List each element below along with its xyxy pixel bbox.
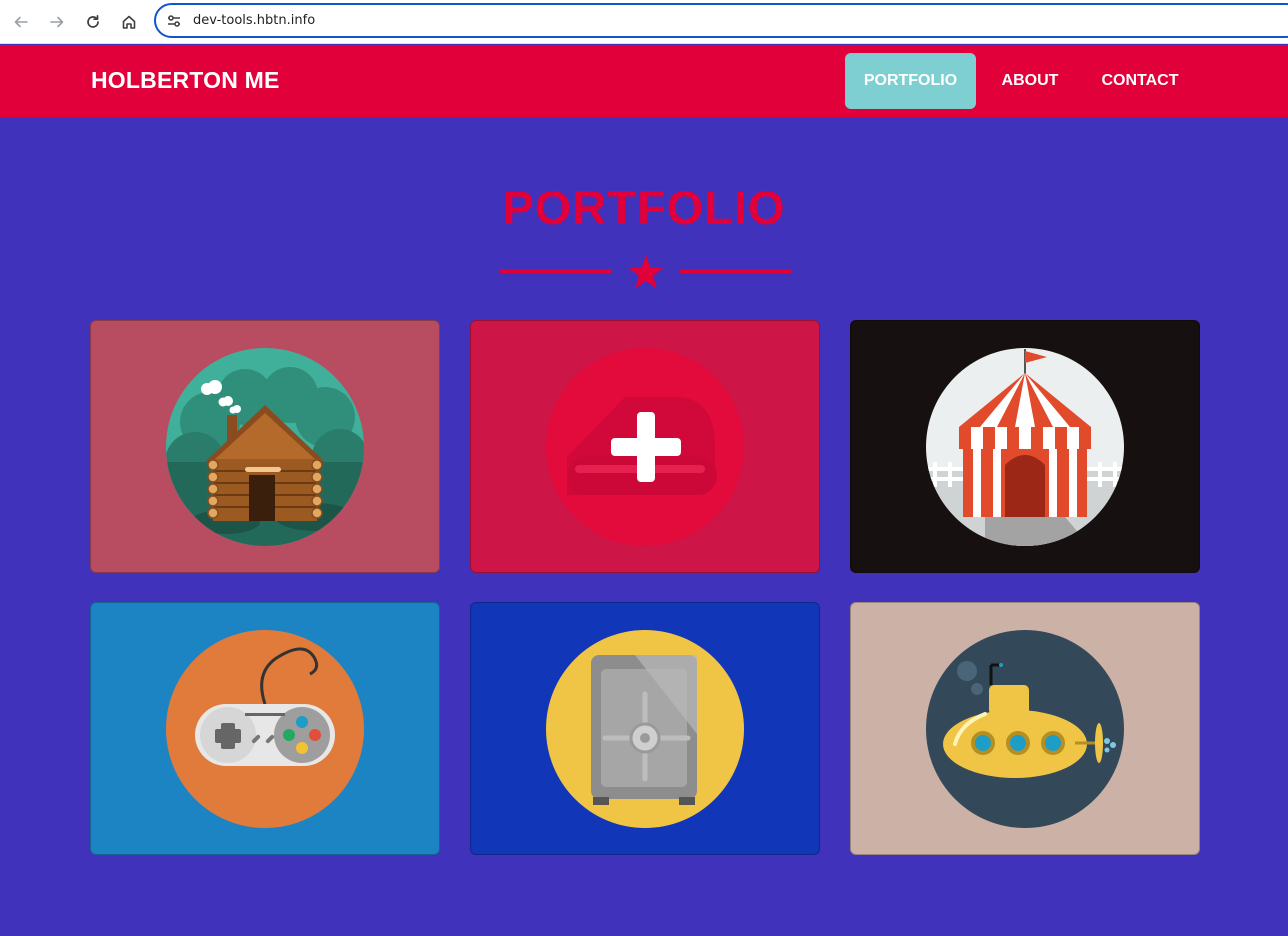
nav-about[interactable]: ABOUT — [985, 53, 1075, 109]
portfolio-card-cabin[interactable] — [90, 320, 440, 573]
url-text[interactable]: dev-tools.hbtn.info — [193, 13, 315, 28]
site-header: HOLBERTON ME PORTFOLIO ABOUT CONTACT — [0, 45, 1288, 117]
nav-contact[interactable]: CONTACT — [1085, 53, 1195, 109]
divider-line-left — [500, 269, 612, 273]
portfolio-card-submarine[interactable] — [850, 602, 1200, 855]
game-controller-icon — [166, 629, 364, 828]
home-button[interactable] — [115, 8, 143, 36]
plus-icon — [546, 347, 744, 546]
reload-icon — [87, 14, 99, 28]
star-icon — [628, 254, 664, 289]
portfolio-card-safe[interactable] — [470, 602, 820, 855]
submarine-icon — [926, 629, 1124, 828]
site-logo[interactable]: HOLBERTON ME — [91, 67, 280, 94]
arrow-right-icon — [50, 16, 64, 28]
circus-tent-icon — [926, 347, 1124, 546]
address-bar[interactable]: dev-tools.hbtn.info — [154, 3, 1288, 38]
safe-icon — [546, 629, 744, 828]
divider-line-right — [680, 269, 792, 273]
back-button[interactable] — [7, 8, 35, 36]
forward-button[interactable] — [43, 8, 71, 36]
arrow-left-icon — [14, 16, 28, 28]
portfolio-card-plus[interactable] — [470, 320, 820, 573]
reload-button[interactable] — [79, 8, 107, 36]
portfolio-card-controller[interactable] — [90, 602, 440, 855]
portfolio-card-circus[interactable] — [850, 320, 1200, 573]
cabin-icon — [166, 347, 364, 546]
home-icon — [122, 15, 136, 29]
site-settings-icon[interactable] — [166, 13, 182, 29]
portfolio-title: PORTFOLIO — [502, 181, 786, 234]
nav-portfolio[interactable]: PORTFOLIO — [845, 53, 976, 109]
browser-toolbar: dev-tools.hbtn.info — [0, 0, 1288, 44]
